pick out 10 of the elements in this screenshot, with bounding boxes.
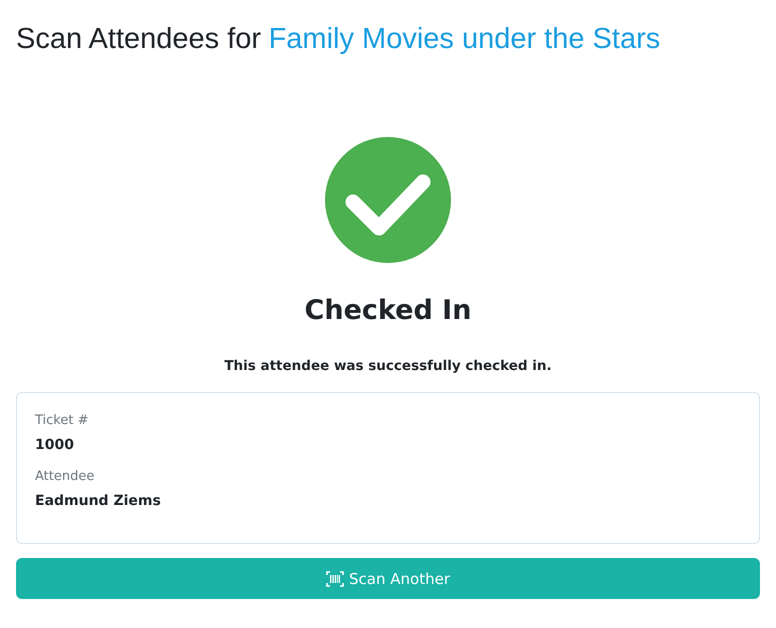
event-link[interactable]: Family Movies under the Stars	[268, 23, 660, 55]
detail-label: Attendee	[35, 468, 96, 486]
status-message: This attendee was successfully checked in.	[224, 358, 552, 376]
detail-value: 1000	[35, 436, 75, 455]
barcode-scan-icon	[326, 570, 344, 587]
page-title: Scan Attendees for	[16, 23, 262, 55]
scan-another-button[interactable]: Scan Another	[16, 558, 760, 600]
detail-label: Ticket #	[35, 412, 90, 430]
detail-value: Eadmund Ziems	[35, 492, 162, 511]
status-heading: Checked In	[304, 294, 472, 328]
